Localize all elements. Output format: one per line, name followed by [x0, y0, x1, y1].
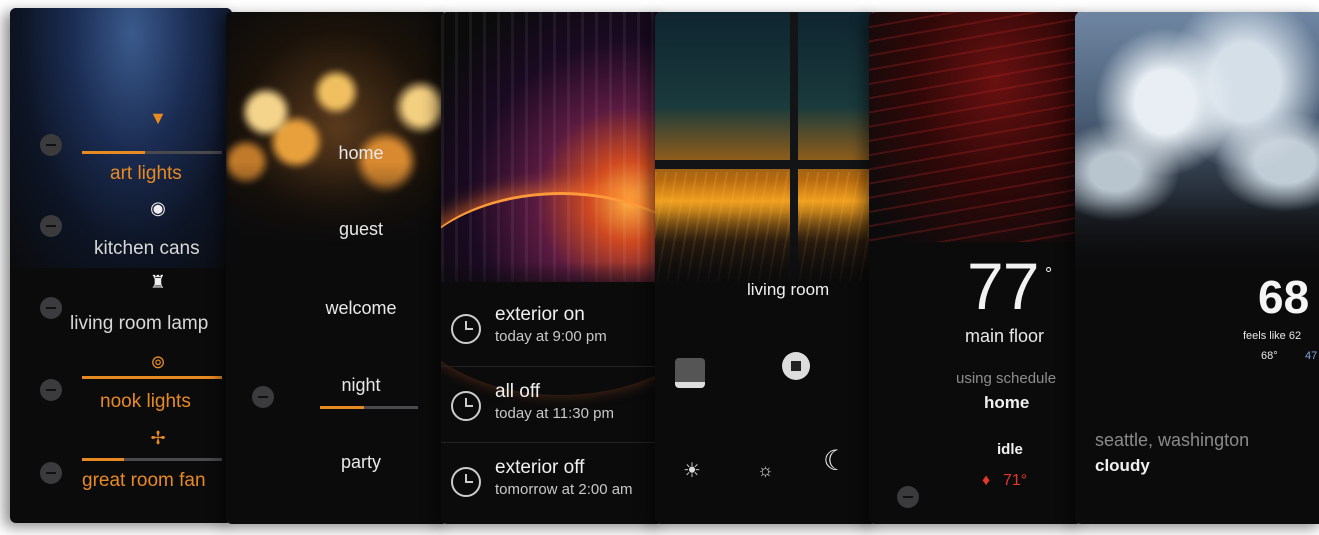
scene-night[interactable]: night: [286, 375, 436, 396]
weather-temperature: 68: [1258, 271, 1310, 323]
sunrise-icon[interactable]: ☀: [683, 458, 701, 483]
light-label-living-room-lamp: living room lamp: [70, 313, 209, 334]
flame-icon: ♦: [982, 472, 991, 489]
light-label-great-room-fan: great room fan: [82, 470, 206, 491]
event-time: today at 9:00 pm: [495, 328, 607, 345]
clock-icon: [451, 314, 481, 344]
living-room-lamp-off-button[interactable]: [40, 297, 62, 319]
schedule-name[interactable]: home: [984, 393, 1029, 413]
shade-down-button[interactable]: [675, 358, 705, 388]
setpoint-decrease-button[interactable]: [897, 486, 919, 508]
event-title: exterior off: [495, 457, 585, 478]
light-label-art-lights: art lights: [110, 163, 182, 184]
current-temperature: 77: [967, 249, 1039, 323]
nook-lights-slider[interactable]: [82, 376, 222, 379]
sun-icon[interactable]: ☼: [757, 460, 774, 481]
scene-welcome[interactable]: welcome: [286, 298, 436, 319]
event-time: tomorrow at 2:00 am: [495, 481, 633, 498]
great-room-fan-off-button[interactable]: [40, 462, 62, 484]
pendant-light-icon: ⊚: [150, 352, 166, 372]
hvac-status: idle: [997, 441, 1023, 458]
scene-home[interactable]: home: [286, 143, 436, 164]
moon-icon[interactable]: ☾: [823, 444, 848, 477]
lamp-icon: ♜: [149, 272, 167, 292]
scene-party[interactable]: party: [286, 452, 436, 473]
thermostat-panel: 77 ° main floor using schedule home idle…: [869, 12, 1082, 524]
schedule-event[interactable]: all off today at 11:30 pm: [441, 366, 663, 443]
art-lights-slider[interactable]: [82, 151, 222, 154]
lights-panel: ▼ art lights ◉ kitchen cans ♜ living roo…: [10, 8, 232, 523]
schedule-event[interactable]: exterior on today at 9:00 pm: [441, 290, 663, 366]
can-light-icon: ◉: [150, 198, 166, 218]
window-mullion: [655, 160, 877, 169]
schedule-panel: exterior on today at 9:00 pm all off tod…: [441, 12, 663, 524]
low-temperature: 47: [1305, 350, 1318, 362]
event-time: today at 11:30 pm: [495, 405, 614, 422]
thermostat-background: [869, 12, 1082, 242]
kitchen-cans-off-button[interactable]: [40, 215, 62, 237]
light-label-nook-lights: nook lights: [100, 391, 191, 412]
weather-panel: 68 feels like 62 68° 47 seattle, washing…: [1075, 12, 1319, 524]
clock-icon: [451, 467, 481, 497]
weather-condition: cloudy: [1095, 456, 1150, 475]
scene-guest[interactable]: guest: [286, 219, 436, 240]
track-light-icon: ▼: [149, 108, 167, 128]
location: seattle, washington: [1095, 430, 1250, 450]
shades-panel: living room ☀ ☼ ☾: [655, 12, 877, 524]
stop-button[interactable]: [782, 352, 810, 380]
art-lights-off-button[interactable]: [40, 134, 62, 156]
room-name: living room: [747, 280, 830, 299]
scene-off-button[interactable]: [252, 386, 274, 408]
setpoint[interactable]: 71°: [1003, 472, 1027, 490]
clock-icon: [451, 391, 481, 421]
schedule-label: using schedule: [956, 370, 1057, 387]
stop-icon: [791, 361, 801, 371]
great-room-fan-slider[interactable]: [82, 458, 222, 461]
zone-name: main floor: [965, 326, 1045, 346]
scene-night-indicator: [320, 406, 418, 409]
nook-lights-off-button[interactable]: [40, 379, 62, 401]
degree-symbol: °: [1045, 264, 1053, 284]
event-title: all off: [495, 381, 541, 402]
feels-like: feels like 62: [1243, 330, 1302, 342]
fan-icon: ✢: [150, 428, 166, 448]
light-label-kitchen-cans: kitchen cans: [94, 238, 200, 259]
event-title: exterior on: [495, 304, 585, 325]
schedule-event[interactable]: exterior off tomorrow at 2:00 am: [441, 442, 663, 519]
scenes-panel: home guest welcome night party: [226, 12, 448, 524]
high-temperature: 68°: [1261, 350, 1278, 362]
